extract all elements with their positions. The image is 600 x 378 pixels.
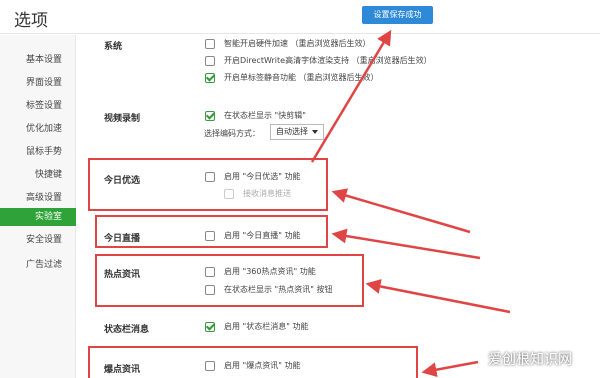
arrow-to-hot-news xyxy=(365,279,511,314)
sidebar: 基本设置 界面设置 标签设置 优化加速 鼠标手势 快捷键 高级设置 实验室 安全… xyxy=(0,35,76,378)
option-show-quick-clip[interactable]: 在状态栏显示 "快剪辑" xyxy=(205,110,306,121)
arrow-to-breaking-news xyxy=(421,360,479,378)
annotation-box-today-live xyxy=(95,215,328,248)
option-enable-status-msg[interactable]: 启用 "状态栏消息" 功能 xyxy=(205,321,308,332)
checkbox[interactable] xyxy=(205,55,215,66)
option-text: 智能开启硬件加速 （重启浏览器后生效） xyxy=(224,39,371,48)
encode-label: 选择编码方式： xyxy=(204,129,260,138)
page-title: 选项 xyxy=(14,11,48,31)
checkbox[interactable] xyxy=(205,38,215,49)
encode-select-value: 自动选择 xyxy=(276,127,308,136)
title-bar: 选项 设置保存成功 xyxy=(0,0,600,34)
sidebar-item-basic[interactable]: 基本设置 xyxy=(0,51,76,69)
option-text: 开启单标签静音功能 （重启浏览器后生效） xyxy=(224,73,379,82)
watermark: 爱创根知识网 xyxy=(488,352,572,368)
sidebar-item-advanced[interactable]: 高级设置 xyxy=(0,189,76,207)
option-text: 启用 "状态栏消息" 功能 xyxy=(224,322,309,331)
option-tab-mute[interactable]: 开启单标签静音功能 （重启浏览器后生效） xyxy=(205,72,379,83)
option-hardware-acceleration[interactable]: 智能开启硬件加速 （重启浏览器后生效） xyxy=(205,38,371,49)
option-text: 在状态栏显示 "快剪辑" xyxy=(224,111,306,120)
chevron-down-icon xyxy=(312,130,318,134)
arrow-to-today-pick xyxy=(331,188,471,234)
annotation-box-breaking-news xyxy=(88,346,418,378)
option-text: 开启DirectWrite高清字体渲染支持 （重启浏览器后生效） xyxy=(224,56,432,65)
checkbox-checked[interactable] xyxy=(205,110,215,121)
annotation-box-hot-news xyxy=(95,254,364,307)
sidebar-item-lab[interactable]: 实验室 xyxy=(0,208,76,226)
sidebar-item-gestures[interactable]: 鼠标手势 xyxy=(0,143,76,161)
option-directwrite[interactable]: 开启DirectWrite高清字体渲染支持 （重启浏览器后生效） xyxy=(205,55,432,66)
sidebar-item-interface[interactable]: 界面设置 xyxy=(0,74,76,92)
section-label-system: 系统 xyxy=(104,42,123,52)
sidebar-item-shortcuts[interactable]: 快捷键 xyxy=(0,166,76,184)
checkbox-checked[interactable] xyxy=(205,321,215,332)
sidebar-item-tabs[interactable]: 标签设置 xyxy=(0,97,76,115)
arrow-to-toast xyxy=(310,29,392,163)
save-success-toast: 设置保存成功 xyxy=(362,6,433,24)
sidebar-item-security[interactable]: 安全设置 xyxy=(0,231,76,249)
checkbox-checked[interactable] xyxy=(205,72,215,83)
sidebar-item-adblock[interactable]: 广告过滤 xyxy=(0,256,76,274)
encode-select[interactable]: 自动选择 xyxy=(270,124,324,140)
sidebar-item-optimize[interactable]: 优化加速 xyxy=(0,120,76,138)
section-label-video: 视频录制 xyxy=(104,114,141,124)
annotation-box-today-pick xyxy=(88,158,328,211)
section-label-status-msg: 状态栏消息 xyxy=(104,325,150,335)
